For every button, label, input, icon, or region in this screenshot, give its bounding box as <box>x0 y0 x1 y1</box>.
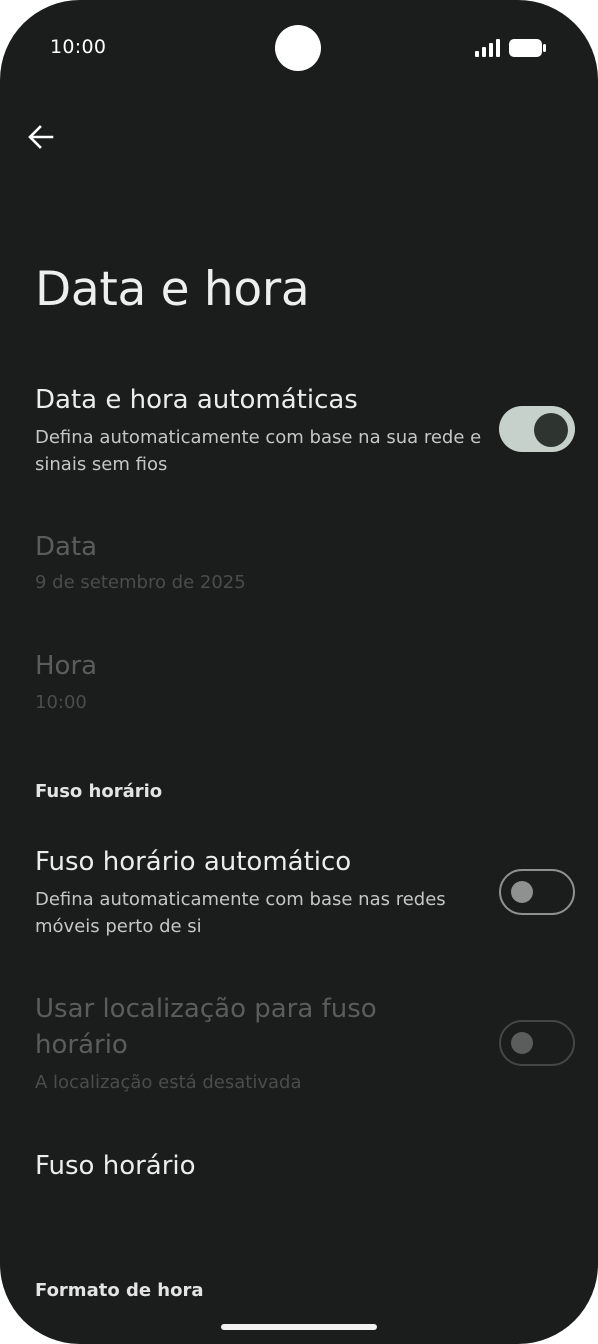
auto-timezone-row[interactable]: Fuso horário automático Defina automatic… <box>0 840 598 950</box>
date-title: Data <box>35 532 98 562</box>
time-value: 10:00 <box>35 692 87 713</box>
status-time: 10:00 <box>50 36 107 58</box>
time-row: Hora 10:00 <box>0 644 598 724</box>
auto-datetime-subtitle: Defina automaticamente com base na sua r… <box>35 427 482 475</box>
timezone-row[interactable]: Fuso horário <box>0 1144 598 1204</box>
auto-datetime-row[interactable]: Data e hora automáticas Defina automatic… <box>0 378 598 488</box>
auto-timezone-subtitle: Defina automaticamente com base nas rede… <box>35 889 446 937</box>
date-row: Data 9 de setembro de 2025 <box>0 525 598 605</box>
auto-timezone-title: Fuso horário automático <box>35 847 352 877</box>
date-value: 9 de setembro de 2025 <box>35 572 246 593</box>
battery-icon <box>509 39 546 57</box>
page-title: Data e hora <box>35 262 310 317</box>
timezone-section-header: Fuso horário <box>35 781 163 802</box>
toggle-thumb <box>534 413 568 447</box>
time-title: Hora <box>35 651 98 681</box>
timezone-title: Fuso horário <box>35 1151 196 1181</box>
home-indicator[interactable] <box>221 1324 377 1330</box>
auto-datetime-toggle[interactable] <box>499 406 575 452</box>
signal-icon <box>475 39 500 57</box>
time-format-section-header: Formato de hora <box>35 1280 204 1301</box>
location-timezone-row: Usar localização para fuso horário A loc… <box>0 987 598 1107</box>
location-timezone-title: Usar localização para fuso horário <box>35 994 377 1060</box>
location-timezone-subtitle: A localização está desativada <box>35 1072 302 1093</box>
back-arrow-icon <box>28 125 54 149</box>
location-timezone-toggle <box>499 1020 575 1066</box>
toggle-thumb <box>511 881 533 903</box>
toggle-thumb <box>511 1032 533 1054</box>
camera-cutout <box>275 25 321 71</box>
auto-datetime-title: Data e hora automáticas <box>35 385 358 415</box>
auto-timezone-toggle[interactable] <box>499 869 575 915</box>
phone-screen: 10:00 Data e hora Data e hora automática… <box>0 0 598 1344</box>
status-bar: 10:00 <box>0 0 598 96</box>
back-button[interactable] <box>18 114 64 160</box>
